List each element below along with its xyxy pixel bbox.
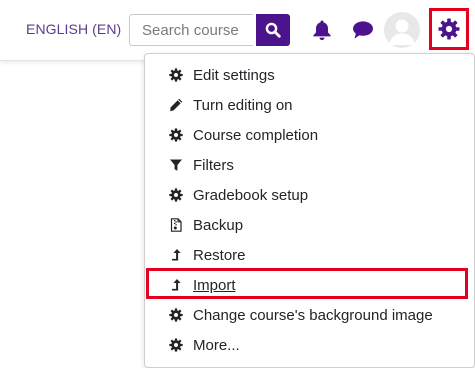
menu-item-more[interactable]: More...	[145, 330, 475, 360]
menu-item-label: Restore	[193, 246, 246, 264]
gear-icon	[169, 128, 183, 142]
level-up-icon	[169, 248, 183, 262]
search-input[interactable]	[129, 14, 253, 46]
menu-item-edit-settings[interactable]: Edit settings	[145, 60, 475, 90]
gear-icon	[169, 308, 183, 322]
gear-icon	[169, 68, 183, 82]
notifications-button[interactable]	[309, 17, 335, 43]
bell-icon	[313, 20, 331, 40]
messages-button[interactable]	[350, 17, 376, 43]
menu-item-label: Gradebook setup	[193, 186, 309, 204]
level-up-icon	[169, 278, 183, 292]
user-avatar[interactable]	[384, 12, 420, 48]
search-icon	[265, 22, 281, 38]
menu-item-change-background-image[interactable]: Change course's background image	[145, 300, 475, 330]
menu-item-label: Turn editing on	[193, 96, 293, 114]
course-actions-dropdown: Edit settings Turn editing on Course com…	[144, 53, 475, 368]
gear-icon	[169, 188, 183, 202]
menu-item-label: Change course's background image	[193, 306, 433, 324]
menu-item-label: More...	[193, 336, 240, 354]
menu-item-label: Import	[193, 276, 236, 294]
language-menu[interactable]: ENGLISH (EN)	[26, 21, 121, 37]
gear-icon	[169, 338, 183, 352]
menu-item-gradebook-setup[interactable]: Gradebook setup	[145, 180, 475, 210]
user-avatar-icon	[384, 12, 420, 48]
top-navbar: ENGLISH (EN)	[0, 0, 475, 61]
menu-item-label: Filters	[193, 156, 234, 174]
filter-icon	[169, 158, 183, 172]
menu-item-course-completion[interactable]: Course completion	[145, 120, 475, 150]
menu-item-backup[interactable]: Backup	[145, 210, 475, 240]
file-archive-icon	[169, 218, 183, 232]
menu-item-restore[interactable]: Restore	[145, 240, 475, 270]
menu-item-label: Course completion	[193, 126, 319, 144]
menu-item-turn-editing-on[interactable]: Turn editing on	[145, 90, 475, 120]
gear-icon	[438, 18, 460, 40]
pencil-icon	[169, 98, 183, 112]
menu-item-filters[interactable]: Filters	[145, 150, 475, 180]
course-actions-menu-button[interactable]	[429, 8, 469, 50]
menu-item-label: Backup	[193, 216, 244, 234]
chat-icon	[353, 21, 373, 39]
menu-item-label: Edit settings	[193, 66, 275, 84]
search-button[interactable]	[256, 14, 290, 46]
menu-item-import[interactable]: Import	[145, 270, 475, 300]
